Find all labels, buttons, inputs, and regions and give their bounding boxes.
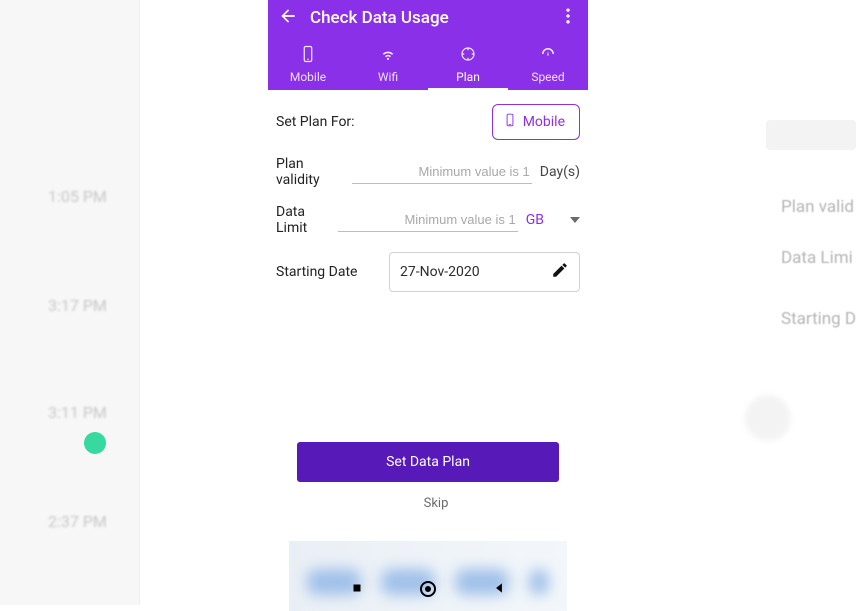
bg-right-bar: [766, 120, 856, 150]
bg-green-dot: [84, 432, 106, 454]
phone-screen: Check Data Usage Mobile Wifi Plan Speed: [268, 0, 588, 605]
bg-right-label: Starting D: [781, 309, 856, 329]
data-limit-unit: GB: [526, 212, 544, 228]
set-plan-for-button[interactable]: Mobile: [492, 104, 580, 140]
tab-label: Mobile: [290, 70, 326, 84]
background-left-column: 1:05 PM 3:17 PM 3:11 PM 2:37 PM: [0, 0, 140, 605]
plan-validity-label: Plan validity: [276, 156, 344, 188]
data-limit-label: Data Limit: [276, 204, 330, 236]
plan-validity-row: Plan validity Day(s): [276, 156, 580, 188]
plan-validity-unit: Day(s): [540, 164, 580, 180]
skip-link[interactable]: Skip: [276, 496, 580, 511]
bg-right-fab: [745, 395, 791, 441]
bg-time: 2:37 PM: [48, 512, 107, 531]
background-right-column: Plan valid Data Limi Starting D: [766, 0, 856, 605]
app-title: Check Data Usage: [310, 8, 546, 28]
wifi-icon: [379, 45, 397, 66]
plan-icon: [459, 45, 477, 66]
set-plan-for-value: Mobile: [523, 114, 565, 130]
tabs: Mobile Wifi Plan Speed: [268, 36, 588, 90]
back-icon[interactable]: [278, 6, 298, 30]
tab-wifi[interactable]: Wifi: [348, 45, 428, 90]
set-plan-for-row: Set Plan For: Mobile: [276, 104, 580, 140]
bg-right-label: Plan valid: [781, 197, 854, 217]
starting-date-label: Starting Date: [276, 264, 381, 280]
app-bar-top: Check Data Usage: [268, 0, 588, 36]
data-limit-input[interactable]: [338, 208, 518, 232]
plan-validity-input[interactable]: [352, 160, 532, 184]
tab-plan[interactable]: Plan: [428, 45, 508, 90]
app-bar: Check Data Usage Mobile Wifi Plan Speed: [268, 0, 588, 90]
tab-label: Speed: [531, 70, 564, 84]
phone-icon: [503, 111, 517, 133]
data-limit-row: Data Limit GB: [276, 204, 580, 236]
form-content: Set Plan For: Mobile Plan validity Day(s…: [268, 90, 588, 611]
home-button[interactable]: [420, 581, 436, 597]
starting-date-row: Starting Date 27-Nov-2020: [276, 252, 580, 292]
bg-time: 3:17 PM: [48, 296, 107, 315]
edit-date-icon[interactable]: [551, 261, 569, 283]
speed-icon: [539, 45, 557, 66]
set-plan-for-label: Set Plan For:: [276, 114, 355, 130]
overflow-menu-icon[interactable]: [558, 6, 578, 30]
back-button[interactable]: [492, 580, 506, 599]
bg-time: 3:11 PM: [48, 403, 107, 422]
bg-time: 1:05 PM: [48, 187, 107, 206]
unit-dropdown-icon[interactable]: [570, 217, 580, 223]
android-nav-bar: [268, 573, 588, 605]
recent-apps-button[interactable]: [350, 580, 364, 599]
starting-date-value: 27-Nov-2020: [400, 264, 480, 280]
tab-label: Wifi: [378, 70, 398, 84]
tab-mobile[interactable]: Mobile: [268, 45, 348, 90]
mobile-icon: [299, 45, 317, 66]
starting-date-field[interactable]: 27-Nov-2020: [389, 252, 580, 292]
tab-speed[interactable]: Speed: [508, 45, 588, 90]
bg-right-label: Data Limi: [781, 248, 853, 268]
tab-label: Plan: [456, 70, 480, 84]
set-data-plan-button[interactable]: Set Data Plan: [297, 442, 559, 482]
